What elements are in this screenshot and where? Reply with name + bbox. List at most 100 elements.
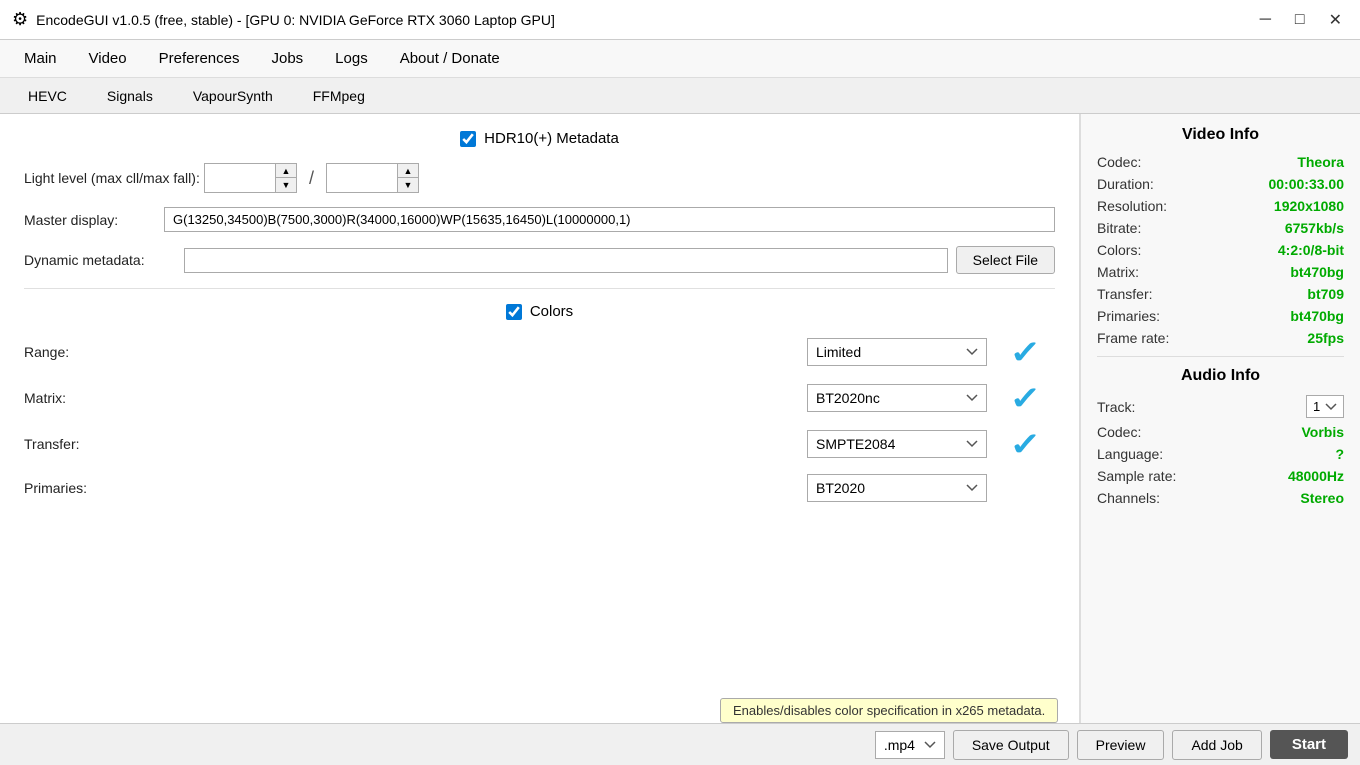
info-language-label: Language: xyxy=(1097,446,1163,462)
spinbox1-arrows: ▲ ▼ xyxy=(275,164,296,192)
tab-bar: HEVC Signals VapourSynth FFMpeg xyxy=(0,78,1360,114)
slash-separator: / xyxy=(305,168,318,189)
light-level-spinbox-group: 1000 ▲ ▼ / 1 ▲ ▼ xyxy=(204,163,419,193)
spinbox1-up-arrow[interactable]: ▲ xyxy=(276,164,296,178)
matrix-select[interactable]: BT2020nc BT709 BT470bg xyxy=(807,384,987,412)
light-level-label: Light level (max cll/max fall): xyxy=(24,170,204,186)
matrix-row: Matrix: BT2020nc BT709 BT470bg ✓ xyxy=(24,382,1055,414)
colors-checkbox[interactable] xyxy=(506,304,522,320)
range-row: Range: Limited Full ✓ xyxy=(24,336,1055,368)
matrix-arrow-cell: ✓ xyxy=(995,382,1055,414)
info-transfer-label: Transfer: xyxy=(1097,286,1153,302)
info-language-value: ? xyxy=(1335,446,1344,462)
light-level-input2[interactable]: 1 xyxy=(327,166,397,190)
title-bar: ⚙ EncodeGUI v1.0.5 (free, stable) - [GPU… xyxy=(0,0,1360,40)
tab-signals[interactable]: Signals xyxy=(87,82,173,110)
menu-item-main[interactable]: Main xyxy=(8,42,73,75)
light-level-input1[interactable]: 1000 xyxy=(205,166,275,190)
colors-row: Colors xyxy=(24,303,1055,320)
bottom-bar-right: .mp4 .mkv .mov Save Output Preview Add J… xyxy=(875,730,1348,760)
info-duration-label: Duration: xyxy=(1097,176,1154,192)
tab-vapoursynth[interactable]: VapourSynth xyxy=(173,82,293,110)
spinbox1-down-arrow[interactable]: ▼ xyxy=(276,178,296,192)
info-resolution-row: Resolution: 1920x1080 xyxy=(1097,198,1344,214)
info-resolution-value: 1920x1080 xyxy=(1274,198,1344,214)
info-primaries-row: Primaries: bt470bg xyxy=(1097,308,1344,324)
info-transfer-value: bt709 xyxy=(1307,286,1344,302)
start-button[interactable]: Start xyxy=(1270,730,1348,759)
track-select[interactable]: 1 2 xyxy=(1306,395,1344,418)
video-info-title: Video Info xyxy=(1097,126,1344,144)
menu-item-preferences[interactable]: Preferences xyxy=(143,42,256,75)
info-matrix-label: Matrix: xyxy=(1097,264,1139,280)
info-channels-label: Channels: xyxy=(1097,490,1160,506)
info-sample-rate-value: 48000Hz xyxy=(1288,468,1344,484)
info-framerate-label: Frame rate: xyxy=(1097,330,1169,346)
menu-item-jobs[interactable]: Jobs xyxy=(255,42,319,75)
info-language-row: Language: ? xyxy=(1097,446,1344,462)
light-level-spinbox2: 1 ▲ ▼ xyxy=(326,163,419,193)
info-track-label: Track: xyxy=(1097,399,1135,415)
menu-item-about-donate[interactable]: About / Donate xyxy=(384,42,516,75)
info-framerate-value: 25fps xyxy=(1307,330,1344,346)
spinbox2-arrows: ▲ ▼ xyxy=(397,164,418,192)
main-layout: HDR10(+) Metadata Light level (max cll/m… xyxy=(0,114,1360,723)
menu-item-logs[interactable]: Logs xyxy=(319,42,384,75)
dynamic-meta-row: Dynamic metadata: Select File xyxy=(24,246,1055,274)
info-resolution-label: Resolution: xyxy=(1097,198,1167,214)
colors-label: Colors xyxy=(530,303,573,320)
select-file-button[interactable]: Select File xyxy=(956,246,1055,274)
minimize-button[interactable]: ─ xyxy=(1254,8,1277,32)
info-matrix-row: Matrix: bt470bg xyxy=(1097,264,1344,280)
hdr10-label: HDR10(+) Metadata xyxy=(484,130,619,147)
menu-item-video[interactable]: Video xyxy=(73,42,143,75)
hdr10-row: HDR10(+) Metadata xyxy=(24,130,1055,147)
info-audio-codec-row: Codec: Vorbis xyxy=(1097,424,1344,440)
tab-ffmpeg[interactable]: FFMpeg xyxy=(293,82,385,110)
transfer-label: Transfer: xyxy=(24,436,204,452)
primaries-select[interactable]: BT2020 BT709 BT470bg xyxy=(807,474,987,502)
tooltip-bar: Enables/disables color specification in … xyxy=(720,698,1058,723)
info-colors-label: Colors: xyxy=(1097,242,1141,258)
primaries-row: Primaries: BT2020 BT709 BT470bg xyxy=(24,474,1055,502)
gear-icon: ⚙ xyxy=(12,9,28,30)
light-level-spinbox1: 1000 ▲ ▼ xyxy=(204,163,297,193)
spinbox2-up-arrow[interactable]: ▲ xyxy=(398,164,418,178)
master-display-row: Master display: G(13250,34500)B(7500,300… xyxy=(24,207,1055,232)
info-matrix-value: bt470bg xyxy=(1290,264,1344,280)
audio-info-title: Audio Info xyxy=(1097,367,1344,385)
info-bitrate-label: Bitrate: xyxy=(1097,220,1141,236)
master-display-input[interactable]: G(13250,34500)B(7500,3000)R(34000,16000)… xyxy=(164,207,1055,232)
range-select[interactable]: Limited Full xyxy=(807,338,987,366)
spinbox2-down-arrow[interactable]: ▼ xyxy=(398,178,418,192)
info-framerate-row: Frame rate: 25fps xyxy=(1097,330,1344,346)
info-colors-row: Colors: 4:2:0/8-bit xyxy=(1097,242,1344,258)
format-select[interactable]: .mp4 .mkv .mov xyxy=(875,731,945,759)
window-title: EncodeGUI v1.0.5 (free, stable) - [GPU 0… xyxy=(36,12,555,28)
divider1 xyxy=(24,288,1055,289)
info-sample-rate-row: Sample rate: 48000Hz xyxy=(1097,468,1344,484)
maximize-button[interactable]: □ xyxy=(1289,8,1311,32)
primaries-label: Primaries: xyxy=(24,480,204,496)
range-arrow-cell: ✓ xyxy=(995,336,1055,368)
info-audio-codec-value: Vorbis xyxy=(1301,424,1344,440)
info-channels-row: Channels: Stereo xyxy=(1097,490,1344,506)
content-area: HDR10(+) Metadata Light level (max cll/m… xyxy=(0,114,1080,723)
menu-bar: Main Video Preferences Jobs Logs About /… xyxy=(0,40,1360,78)
dynamic-meta-label: Dynamic metadata: xyxy=(24,252,184,268)
preview-button[interactable]: Preview xyxy=(1077,730,1165,760)
info-sample-rate-label: Sample rate: xyxy=(1097,468,1176,484)
info-primaries-value: bt470bg xyxy=(1290,308,1344,324)
hdr10-checkbox[interactable] xyxy=(460,131,476,147)
save-output-button[interactable]: Save Output xyxy=(953,730,1069,760)
info-audio-codec-label: Codec: xyxy=(1097,424,1141,440)
light-level-row: Light level (max cll/max fall): 1000 ▲ ▼… xyxy=(24,163,1055,193)
tab-hevc[interactable]: HEVC xyxy=(8,82,87,110)
add-job-button[interactable]: Add Job xyxy=(1172,730,1261,760)
info-track-row: Track: 1 2 xyxy=(1097,395,1344,418)
transfer-arrow-cell: ✓ xyxy=(995,428,1055,460)
dynamic-meta-input[interactable] xyxy=(184,248,948,273)
info-duration-row: Duration: 00:00:33.00 xyxy=(1097,176,1344,192)
transfer-select[interactable]: SMPTE2084 BT709 BT470bg xyxy=(807,430,987,458)
close-button[interactable]: ✕ xyxy=(1323,8,1348,32)
